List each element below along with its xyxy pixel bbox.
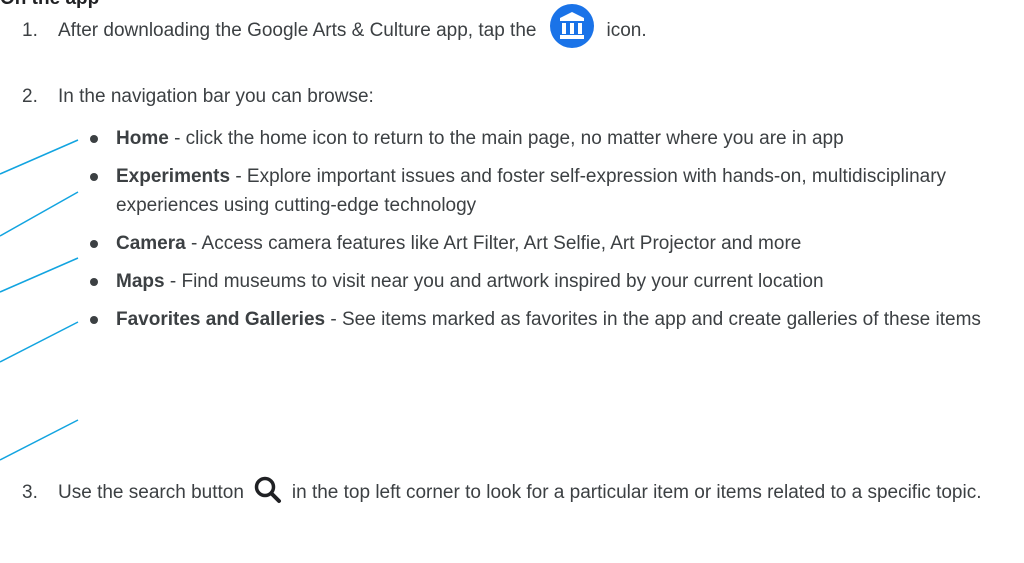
connector-line-experiments (0, 191, 79, 237)
bullet-dot (90, 135, 98, 143)
step-number: 3. (22, 482, 38, 503)
list-item-experiments: Experiments - Explore important issues a… (88, 162, 998, 220)
item-title: Camera (116, 233, 186, 254)
step-number: 2. (22, 86, 38, 107)
connector-line-home (0, 139, 79, 175)
list-item-camera: Camera - Access camera features like Art… (88, 229, 998, 258)
step-3: 3. Use the search button in the top left… (22, 476, 1017, 507)
section-heading: On the app (0, 0, 99, 10)
item-title: Home (116, 128, 169, 149)
search-icon (252, 474, 284, 506)
connector-line-favorites (0, 419, 79, 461)
list-item-favorites-and-galleries: Favorites and Galleries - See items mark… (88, 305, 998, 334)
bullet-dot (90, 173, 98, 181)
item-description: - Find museums to visit near you and art… (164, 271, 824, 292)
item-description: - See items marked as favorites in the a… (325, 309, 981, 330)
bullet-dot (90, 240, 98, 248)
step-1: 1. After downloading the Google Arts & C… (22, 3, 1017, 48)
item-description: - Access camera features like Art Filter… (185, 233, 802, 254)
step-1-text: After downloading the Google Arts & Cult… (58, 20, 537, 41)
list-item-home: Home - click the home icon to return to … (88, 124, 998, 153)
arts-and-culture-app-icon (550, 3, 595, 48)
bullet-dot (90, 316, 98, 324)
step-3-text-end: in the top left corner to look for a par… (291, 482, 982, 503)
navigation-feature-list: Home - click the home icon to return to … (88, 124, 998, 343)
item-title: Maps (116, 271, 165, 292)
item-title: Favorites and Galleries (116, 309, 326, 330)
item-description: - click the home icon to return to the m… (168, 128, 844, 149)
connector-line-camera (0, 257, 79, 293)
bullet-dot (90, 278, 98, 286)
step-2: 2. In the navigation bar you can browse: (22, 82, 1017, 111)
step-1-text-end: icon. (606, 20, 647, 41)
item-description: - Explore important issues and foster se… (116, 166, 947, 216)
item-title: Experiments (116, 166, 231, 187)
step-number: 1. (22, 20, 38, 41)
step-2-text: In the navigation bar you can browse: (58, 86, 374, 107)
list-item-maps: Maps - Find museums to visit near you an… (88, 267, 998, 296)
step-3-text: Use the search button (58, 482, 244, 503)
connector-line-maps (0, 321, 79, 363)
